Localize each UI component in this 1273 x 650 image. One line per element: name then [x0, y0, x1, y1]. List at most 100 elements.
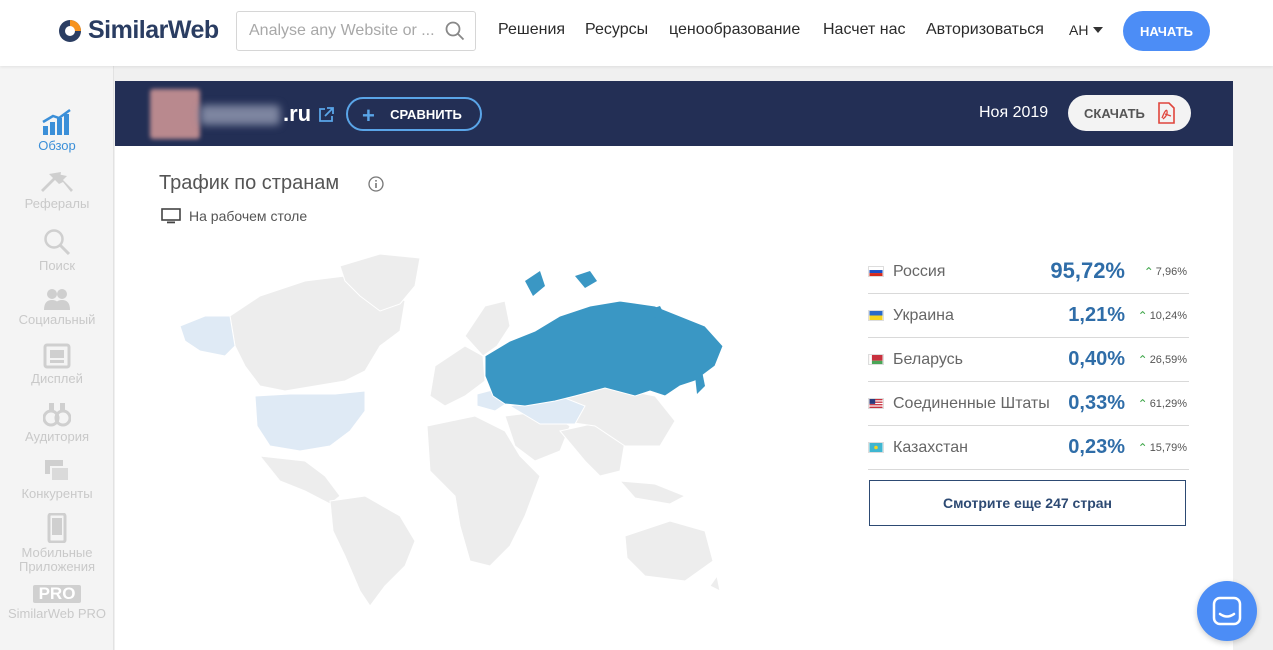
country-share: 1,21% — [1068, 304, 1125, 326]
nav-resources[interactable]: Ресурсы — [585, 21, 648, 39]
social-icon — [44, 289, 70, 310]
sidebar-item-mobile-apps[interactable]: Мобильные Приложения — [0, 513, 114, 574]
country-share: 95,72% — [1050, 258, 1125, 283]
site-name-redacted — [200, 105, 280, 125]
logo-text: SimilarWeb — [88, 16, 219, 44]
country-list: Россия 95,72% ⌃ 7,96% Украина 1,21% ⌃ 10,2… — [868, 250, 1189, 470]
sidebar-item-label: Обзор — [38, 138, 76, 153]
pdf-icon — [1158, 102, 1175, 124]
nav-login[interactable]: Авторизоваться — [926, 21, 1044, 39]
sidebar-item-label: SimilarWeb PRO — [7, 606, 106, 621]
country-name: Соединенные Штаты — [893, 395, 1050, 412]
search-input[interactable] — [237, 12, 437, 50]
change-value: 61,29% — [1149, 398, 1187, 410]
download-button[interactable]: СКАЧАТЬ — [1068, 95, 1191, 131]
sidebar-item-label: Рефералы — [24, 196, 90, 211]
referrals-icon — [41, 172, 73, 192]
similarweb-logo-icon — [59, 19, 81, 42]
sidebar: Обзор Рефералы Поиск Социальный Дисплей — [0, 66, 114, 650]
change-value: 15,79% — [1149, 442, 1187, 454]
binoculars-icon — [43, 403, 71, 427]
country-change: ⌃ 10,24% — [1138, 309, 1187, 323]
sidebar-item-label: Конкуренты — [21, 486, 93, 501]
country-change: ⌃ 15,79% — [1138, 441, 1187, 455]
arrow-up-icon: ⌃ — [1143, 265, 1154, 279]
section-title: Трафик по странам — [159, 172, 340, 194]
country-share: 0,23% — [1068, 436, 1125, 458]
desktop-icon — [161, 208, 181, 224]
change-value: 26,59% — [1149, 354, 1187, 366]
info-icon[interactable] — [368, 176, 384, 192]
traffic-by-country-card: Трафик по странам На рабочем столе Росси… — [115, 146, 1233, 650]
nav-pricing[interactable]: ценообразование — [669, 21, 800, 39]
nav-about[interactable]: Насчет нас — [823, 21, 905, 39]
site-search — [236, 11, 476, 51]
compare-button[interactable]: + СРАВНИТЬ — [346, 97, 482, 131]
country-row[interactable]: Казахстан 0,23% ⌃ 15,79% — [868, 426, 1189, 470]
sidebar-item-pro[interactable]: PRO SimilarWeb PRO — [0, 585, 114, 621]
sidebar-item-label: Аудитория — [24, 429, 89, 444]
country-change: ⌃ 26,59% — [1138, 353, 1187, 367]
country-row[interactable]: Россия 95,72% ⌃ 7,96% — [868, 250, 1189, 294]
top-navigation-bar: SimilarWeb Решения Ресурсы ценообразован… — [0, 0, 1273, 66]
world-traffic-map[interactable] — [165, 246, 725, 606]
country-name: Россия — [893, 263, 946, 280]
sidebar-item-overview[interactable]: Обзор — [0, 108, 114, 153]
plus-icon: + — [362, 103, 375, 128]
arrow-up-icon: ⌃ — [1137, 441, 1148, 455]
sidebar-item-display[interactable]: Дисплей — [0, 343, 114, 386]
country-name: Беларусь — [893, 351, 963, 368]
device-filter: На рабочем столе — [161, 208, 307, 224]
flag-usa-icon — [868, 398, 884, 409]
flag-belarus-icon — [868, 354, 884, 365]
country-share: 0,40% — [1068, 348, 1125, 370]
arrow-up-icon: ⌃ — [1137, 353, 1148, 367]
country-row[interactable]: Беларусь 0,40% ⌃ 26,59% — [868, 338, 1189, 382]
nav-solutions[interactable]: Решения — [498, 21, 565, 39]
display-icon — [43, 343, 71, 369]
change-value: 7,96% — [1155, 266, 1187, 278]
country-name: Казахстан — [893, 439, 968, 456]
country-name: Украина — [893, 307, 954, 324]
sidebar-item-label: Поиск — [38, 258, 76, 273]
flag-kazakhstan-icon — [868, 442, 884, 453]
flag-russia-icon — [868, 266, 884, 277]
site-favicon — [150, 89, 200, 139]
sidebar-item-label: Социальный — [18, 312, 96, 327]
country-row[interactable]: Соединенные Штаты 0,33% ⌃ 61,29% — [868, 382, 1189, 426]
sidebar-item-audience[interactable]: Аудитория — [0, 401, 114, 444]
country-share: 0,33% — [1068, 392, 1125, 414]
site-header-bar: .ru + СРАВНИТЬ Ноя 2019 СКАЧАТЬ — [115, 81, 1233, 146]
country-change: ⌃ 7,96% — [1144, 265, 1187, 279]
chat-icon — [1212, 596, 1242, 626]
external-link-icon[interactable] — [318, 106, 335, 123]
language-label: АН — [1069, 22, 1089, 38]
country-change: ⌃ 61,29% — [1138, 397, 1187, 411]
sidebar-item-label: Дисплей — [31, 371, 83, 386]
language-selector[interactable]: АН — [1069, 22, 1104, 38]
download-label: СКАЧАТЬ — [1084, 105, 1145, 121]
country-row[interactable]: Украина 1,21% ⌃ 10,24% — [868, 294, 1189, 338]
sidebar-item-referrals[interactable]: Рефералы — [0, 170, 114, 211]
competitors-icon — [45, 460, 70, 482]
sidebar-item-social[interactable]: Социальный — [0, 288, 114, 327]
magnifier-icon — [44, 229, 71, 256]
site-domain: .ru — [283, 101, 312, 126]
pro-icon: PRO — [32, 585, 82, 603]
chat-launcher-button[interactable] — [1197, 581, 1257, 641]
date-selector[interactable]: Ноя 2019 — [979, 104, 1048, 122]
sidebar-item-competitors[interactable]: Конкуренты — [0, 458, 114, 501]
change-value: 10,24% — [1149, 310, 1187, 322]
arrow-up-icon: ⌃ — [1137, 397, 1148, 411]
start-button[interactable]: НАЧАТЬ — [1123, 11, 1210, 51]
see-more-countries-button[interactable]: Смотрите еще 247 стран — [869, 480, 1186, 526]
search-icon[interactable] — [445, 21, 465, 41]
arrow-up-icon: ⌃ — [1137, 309, 1148, 323]
device-label: На рабочем столе — [189, 208, 308, 224]
flag-ukraine-icon — [868, 310, 884, 321]
similarweb-logo[interactable]: SimilarWeb — [58, 16, 219, 45]
sidebar-item-search[interactable]: Поиск — [0, 228, 114, 273]
mobile-icon — [47, 513, 67, 543]
compare-label: СРАВНИТЬ — [390, 106, 462, 122]
sidebar-item-label: Мобильные Приложения — [18, 545, 96, 574]
